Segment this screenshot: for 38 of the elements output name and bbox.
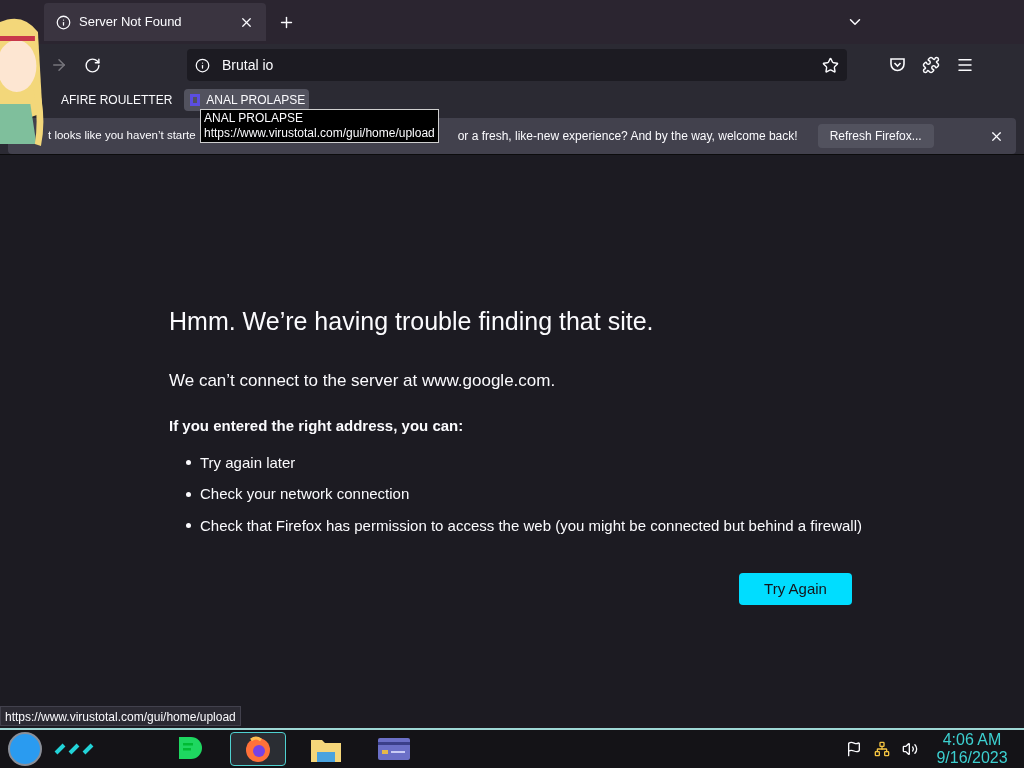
volume-icon[interactable]: [902, 741, 918, 757]
bullet-icon: [186, 460, 191, 466]
refresh-firefox-button[interactable]: Refresh Firefox...: [817, 124, 934, 148]
bullet-icon: [186, 523, 191, 529]
card-icon: [377, 736, 411, 762]
start-button[interactable]: [8, 732, 42, 766]
error-title: Hmm. We’re having trouble finding that site.: [169, 306, 655, 337]
advice-heading: If you entered the right address, you can:: [169, 416, 465, 436]
try-again-button[interactable]: Try Again: [739, 573, 852, 605]
browser-icon: [243, 734, 273, 764]
bookmark-star-icon[interactable]: [822, 56, 839, 74]
bookmark-icon: [188, 93, 203, 107]
status-url: https://www.virustotal.com/gui/home/upload: [0, 706, 241, 726]
bookmark-item[interactable]: ANAL PROLAPSE: [184, 89, 310, 111]
browser-tab[interactable]: Server Not Found: [44, 3, 266, 41]
notification-text: or a fresh, like-new experience? And by the way, welcome back!: [457, 128, 798, 145]
error-message: We can’t connect to the server at www.google.com.: [169, 369, 557, 392]
taskbar-app[interactable]: [230, 732, 286, 766]
bullet-icon: [186, 491, 191, 497]
suggestion-text: Check that Firefox has permission to access the web (you might be connected but behind a firewall): [200, 515, 862, 536]
suggestion-text: Try again later: [200, 452, 296, 473]
bookmark-item[interactable]: AFIRE ROULETTER: [57, 89, 177, 111]
address-text: Brutal io: [222, 55, 275, 75]
reload-icon[interactable]: [84, 56, 101, 74]
address-field[interactable]: Brutal io: [187, 49, 847, 81]
tooltip-title: ANAL PROLAPSE: [204, 111, 304, 126]
tab-title: Server Not Found: [79, 13, 183, 32]
flag-icon[interactable]: [846, 741, 862, 757]
menu-icon[interactable]: [956, 56, 974, 74]
notification-text: t looks like you haven’t starte: [48, 128, 196, 144]
info-icon: [195, 57, 210, 73]
forward-icon[interactable]: [50, 56, 68, 74]
pocket-icon[interactable]: [889, 57, 906, 73]
tooltip-url: https://www.virustotal.com/gui/home/upload: [204, 126, 435, 141]
info-icon: [56, 14, 71, 30]
suggestion-text: Check your network connection: [200, 484, 410, 504]
extensions-icon[interactable]: [922, 56, 940, 74]
clock[interactable]: 4:06 AM 9/16/2023: [930, 731, 1014, 767]
